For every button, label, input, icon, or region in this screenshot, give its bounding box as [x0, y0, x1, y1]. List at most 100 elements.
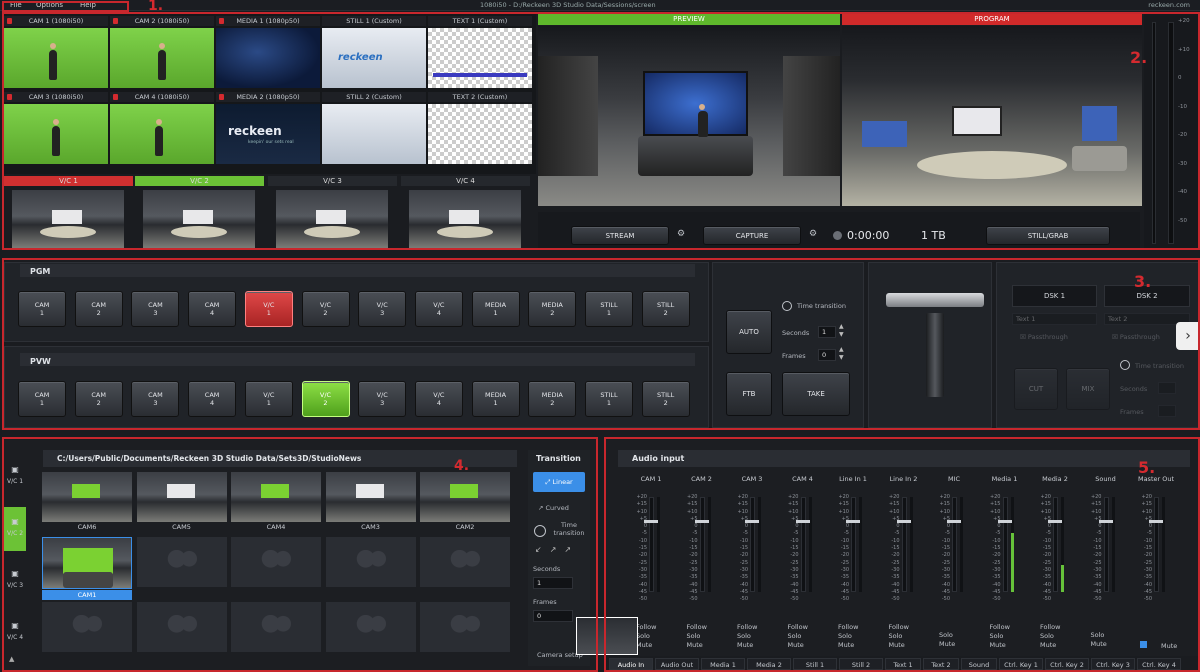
audio-fader-track[interactable]: [1154, 497, 1159, 592]
source-thumbnail[interactable]: [322, 104, 426, 164]
audio-tab[interactable]: Audio Out: [655, 658, 699, 670]
audio-option[interactable]: Mute: [1091, 640, 1107, 648]
audio-option[interactable]: Mute: [990, 641, 1006, 649]
virtual-cam-thumbnail[interactable]: [276, 190, 388, 248]
audio-fader-track[interactable]: [1053, 497, 1058, 592]
audio-fader-track[interactable]: [851, 497, 856, 592]
audio-option[interactable]: Mute: [737, 641, 753, 649]
audio-option[interactable]: Mute: [687, 641, 703, 649]
audio-option[interactable]: Follow: [990, 623, 1010, 631]
audio-option[interactable]: Solo: [838, 632, 852, 640]
menu-help[interactable]: Help: [80, 0, 96, 11]
stream-button[interactable]: STREAM: [571, 226, 669, 245]
audio-fader-knob[interactable]: [745, 520, 759, 523]
set-camera-thumbnail-selected[interactable]: [42, 537, 132, 589]
audio-option[interactable]: Mute: [1161, 642, 1177, 650]
source-thumbnail[interactable]: [428, 28, 532, 88]
audio-option[interactable]: Mute: [838, 641, 854, 649]
pgm-button[interactable]: V/C 4: [414, 291, 463, 327]
audio-fader-track[interactable]: [750, 497, 755, 592]
audio-tab[interactable]: Media 2: [747, 658, 791, 670]
easing-icons[interactable]: ↙↗↗: [535, 545, 579, 554]
pgm-button[interactable]: STILL 2: [641, 291, 690, 327]
source-thumbnail[interactable]: [110, 28, 214, 88]
menu-file[interactable]: File: [10, 0, 22, 11]
dsk-frames-input[interactable]: [1158, 405, 1176, 417]
virtual-cam-tab[interactable]: V/C 4: [401, 176, 530, 186]
source-thumbnail[interactable]: reckeen keepin' our sets real: [216, 104, 320, 164]
audio-fader-knob[interactable]: [694, 520, 709, 523]
pvw-button[interactable]: CAM 2: [74, 381, 123, 417]
audio-tab[interactable]: Media 1: [701, 658, 745, 670]
audio-fader-track[interactable]: [699, 497, 705, 592]
sets-virtual-cam-button[interactable]: ▣ V/C 4: [4, 611, 26, 655]
still-grab-button[interactable]: STILL/GRAB: [986, 226, 1110, 245]
audio-option[interactable]: Solo: [687, 632, 701, 640]
pvw-button[interactable]: CAM 4: [188, 381, 237, 417]
set-camera-thumbnail[interactable]: [231, 472, 321, 522]
dsk-mix-button[interactable]: MIX: [1066, 368, 1110, 410]
virtual-cam-tab[interactable]: V/C 1: [4, 176, 133, 186]
audio-tab[interactable]: Still 2: [839, 658, 883, 670]
curved-option[interactable]: ↗ Curved: [538, 504, 569, 512]
dsk1-source-select[interactable]: Text 1: [1012, 313, 1097, 325]
audio-option[interactable]: Mute: [788, 641, 804, 649]
pvw-button[interactable]: V/C 2: [301, 381, 350, 417]
take-button[interactable]: TAKE: [782, 372, 850, 416]
audio-option[interactable]: Solo: [737, 632, 751, 640]
audio-fader-knob[interactable]: [997, 520, 1012, 523]
frames-input[interactable]: 0: [818, 349, 836, 361]
virtual-cam-thumbnail[interactable]: [143, 190, 255, 248]
audio-fader-track[interactable]: [901, 497, 907, 592]
audio-option[interactable]: Follow: [838, 623, 858, 631]
audio-option[interactable]: Follow: [636, 623, 656, 631]
set-camera-thumbnail[interactable]: [420, 472, 510, 522]
audio-option[interactable]: Solo: [636, 632, 650, 640]
pgm-button[interactable]: CAM 4: [188, 291, 237, 327]
ftb-button[interactable]: FTB: [726, 372, 772, 416]
sets-virtual-cam-button[interactable]: ▣ V/C 3: [4, 559, 26, 603]
chevron-right-icon[interactable]: ›: [1176, 322, 1200, 350]
seconds-stepper-icon[interactable]: ▲ ▼: [839, 323, 844, 339]
audio-option[interactable]: Solo: [1091, 631, 1105, 639]
pvw-button[interactable]: CAM 1: [18, 381, 66, 417]
virtual-cam-thumbnail[interactable]: [409, 190, 521, 248]
pgm-button[interactable]: MEDIA 2: [528, 291, 577, 327]
linear-button[interactable]: ⤢ Linear: [533, 472, 585, 492]
collapse-up-icon[interactable]: ▲: [9, 655, 14, 663]
virtual-cam-tab[interactable]: V/C 3: [268, 176, 397, 186]
pvw-button[interactable]: V/C 4: [414, 381, 463, 417]
set-camera-thumbnail[interactable]: [325, 472, 416, 522]
pgm-button[interactable]: MEDIA 1: [471, 291, 520, 327]
source-thumbnail[interactable]: reckeen: [322, 28, 426, 88]
t-bar-handle[interactable]: [886, 293, 984, 307]
audio-option[interactable]: Follow: [1040, 623, 1060, 631]
auto-button[interactable]: AUTO: [726, 310, 772, 354]
set-camera-thumbnail[interactable]: [136, 472, 227, 522]
stream-settings-icon[interactable]: ⚙: [677, 229, 685, 239]
audio-fader-track[interactable]: [649, 497, 654, 592]
dsk-cut-button[interactable]: CUT: [1014, 368, 1058, 410]
audio-fader-track[interactable]: [800, 497, 806, 592]
audio-option[interactable]: Mute: [1040, 641, 1056, 649]
audio-fader-track[interactable]: [1002, 497, 1008, 592]
pgm-button[interactable]: CAM 2: [74, 291, 123, 327]
pgm-button[interactable]: CAM 3: [131, 291, 180, 327]
audio-option[interactable]: Solo: [939, 631, 953, 639]
virtual-cam-thumbnail[interactable]: [12, 190, 124, 248]
pvw-button[interactable]: STILL 2: [641, 381, 690, 417]
dsk1-passthrough[interactable]: ☒ Passthrough: [1020, 333, 1068, 341]
audio-option[interactable]: Mute: [939, 640, 955, 648]
audio-option[interactable]: Mute: [636, 641, 652, 649]
audio-option[interactable]: Solo: [1040, 632, 1054, 640]
audio-tab[interactable]: Still 1: [793, 658, 837, 670]
audio-tab[interactable]: Ctrl. Key 1: [999, 658, 1043, 670]
source-thumbnail[interactable]: [4, 28, 108, 88]
dsk2-passthrough[interactable]: ☒ Passthrough: [1112, 333, 1160, 341]
dsk-seconds-input[interactable]: [1158, 382, 1176, 394]
capture-button[interactable]: CAPTURE: [703, 226, 801, 245]
pvw-button[interactable]: V/C 3: [358, 381, 407, 417]
seconds-input[interactable]: 1: [818, 326, 836, 338]
audio-tab[interactable]: Ctrl. Key 2: [1045, 658, 1089, 670]
tp-seconds-input[interactable]: 1: [533, 577, 573, 589]
